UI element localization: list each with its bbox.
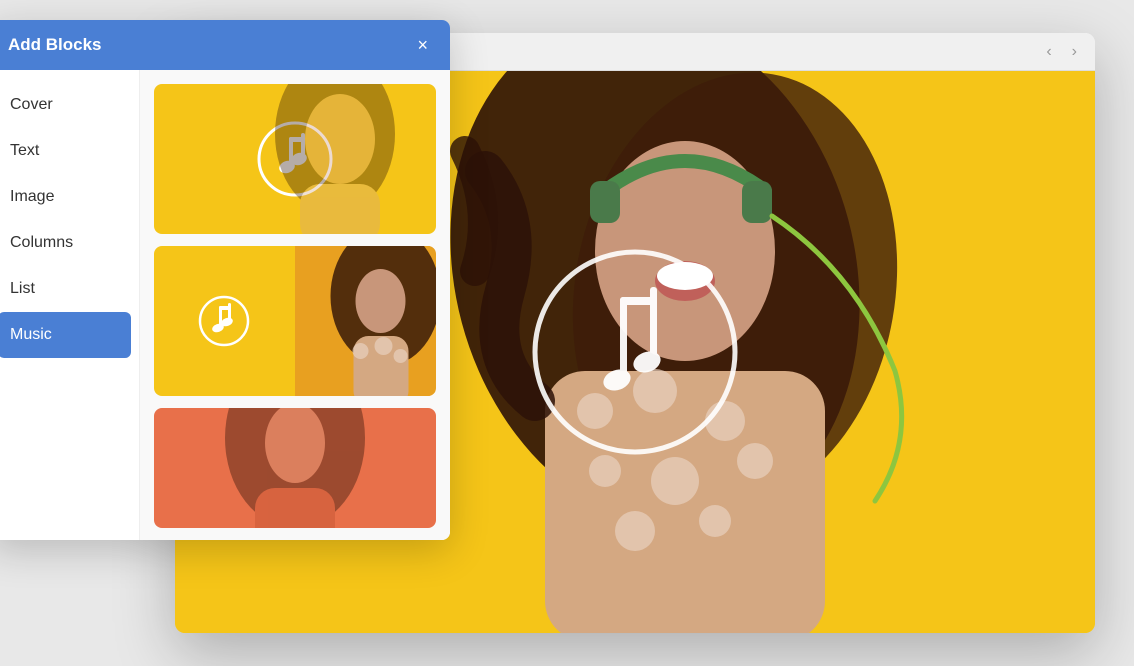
panel-header: Add Blocks × — [0, 20, 450, 70]
browser-back-button[interactable]: ‹ — [1040, 41, 1057, 63]
sidebar-item-list[interactable]: List — [0, 266, 139, 312]
music-block-card-3[interactable] — [154, 408, 436, 528]
panel-close-button[interactable]: × — [413, 34, 432, 56]
music-note-overlay — [525, 242, 745, 462]
block-2-right — [295, 246, 436, 396]
sidebar-item-cover[interactable]: Cover — [0, 82, 139, 128]
sidebar-item-text[interactable]: Text — [0, 128, 139, 174]
block-2-left — [154, 246, 295, 396]
music-icon-2 — [197, 294, 252, 349]
sidebar-item-music[interactable]: Music — [0, 312, 131, 358]
sidebar-item-image[interactable]: Image — [0, 174, 139, 220]
panel-sidebar: Cover Text Image Columns List Music — [0, 70, 140, 540]
music-block-card-1[interactable] — [154, 84, 436, 234]
add-blocks-panel: Add Blocks × Cover Text Image Columns Li… — [0, 20, 450, 540]
browser-nav: ‹ › — [1040, 41, 1083, 63]
panel-title: Add Blocks — [8, 35, 102, 55]
sidebar-item-columns[interactable]: Columns — [0, 220, 139, 266]
browser-forward-button[interactable]: › — [1066, 41, 1083, 63]
panel-blocks-grid — [140, 70, 450, 540]
music-block-card-2[interactable] — [154, 246, 436, 396]
panel-body: Cover Text Image Columns List Music — [0, 70, 450, 540]
